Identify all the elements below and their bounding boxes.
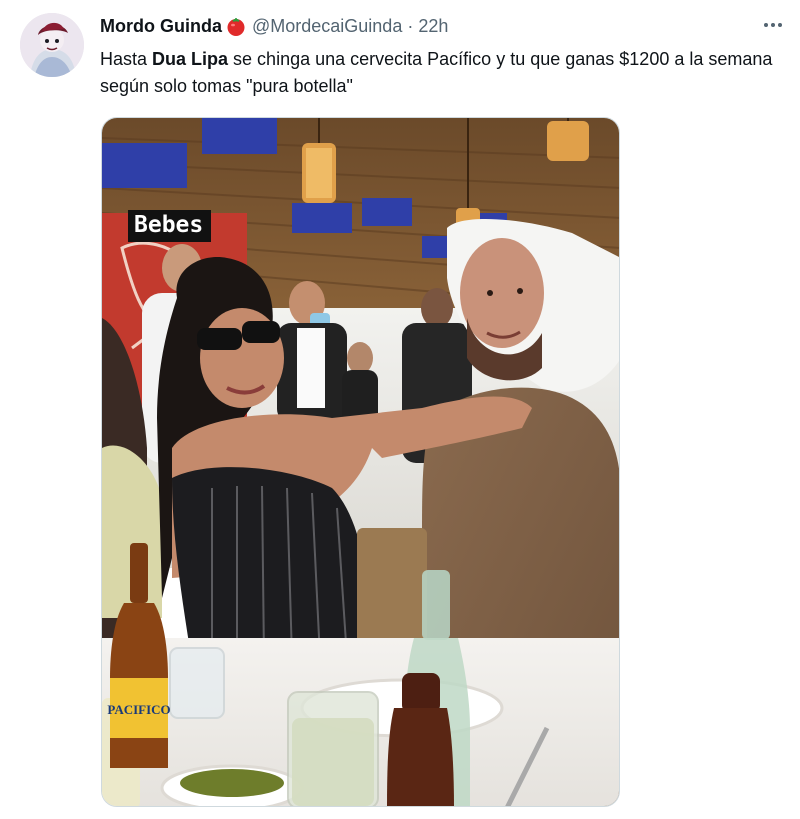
separator-dot: ·	[407, 15, 414, 36]
more-dot	[764, 23, 768, 27]
tweet-header: Mordo Guinda @MordecaiGuinda · 22h	[100, 15, 448, 37]
tweet-text: Hasta Dua Lipa se chinga una cervecita P…	[100, 46, 790, 100]
more-dot	[771, 23, 775, 27]
user-handle[interactable]: @MordecaiGuinda	[252, 16, 402, 37]
tomato-emoji-icon	[227, 18, 245, 36]
tweet-text-bold-name: Dua Lipa	[152, 49, 229, 69]
tweet-text-start: Hasta	[100, 49, 153, 69]
more-dot	[778, 23, 782, 27]
display-name[interactable]: Mordo Guinda	[100, 16, 222, 37]
avatar[interactable]	[20, 13, 84, 77]
avatar-image	[20, 13, 84, 77]
more-options-icon[interactable]	[760, 18, 786, 32]
bottle-label-text: PACIFICO	[107, 702, 170, 717]
bebes-sticker: Bebes	[128, 210, 212, 242]
tweet-card[interactable]: Mordo Guinda @MordecaiGuinda · 22h Hasta…	[0, 0, 800, 819]
timestamp[interactable]: 22h	[418, 16, 448, 37]
tweet-media-photo[interactable]: PACIFICO Bebes	[101, 117, 620, 807]
